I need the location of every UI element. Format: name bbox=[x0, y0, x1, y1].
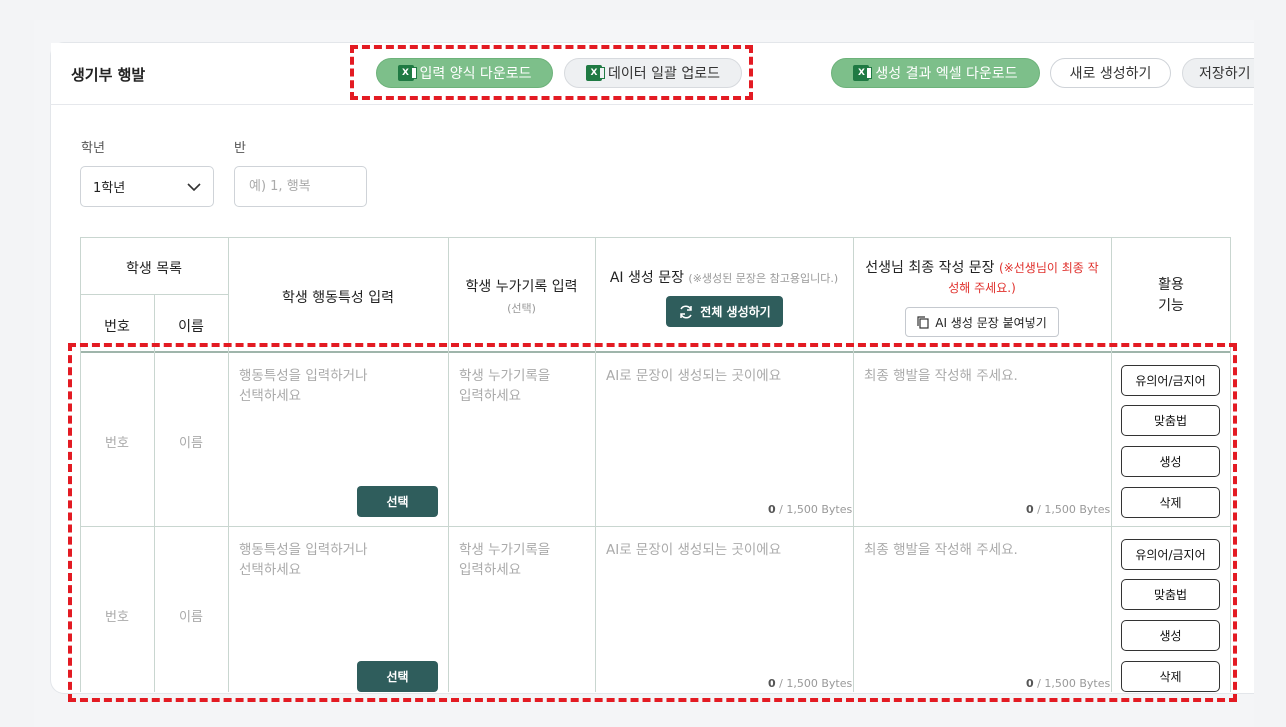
header-functions: 활용 기능 bbox=[1111, 275, 1231, 317]
header-ai-label: AI 생성 문장 bbox=[609, 270, 684, 286]
ai-output-area[interactable]: AI로 문장이 생성되는 곳이에요 bbox=[606, 540, 781, 560]
paste-ai-label: AI 생성 문장 붙여넣기 bbox=[935, 315, 1047, 330]
template-download-label: 입력 양식 다운로드 bbox=[419, 66, 532, 82]
new-generate-label: 새로 생성하기 bbox=[1069, 66, 1152, 82]
teacher-byte-counter: 0 / 1,500 Bytes bbox=[1026, 677, 1110, 690]
row-name: 이름 bbox=[179, 610, 203, 625]
header-functions-line1: 활용 bbox=[1158, 277, 1184, 293]
synonym-forbidden-button[interactable]: 유의어/금지어 bbox=[1121, 539, 1220, 570]
table-top-border bbox=[80, 237, 1231, 238]
behavior-placeholder-cont: 선택하세요 bbox=[239, 388, 302, 404]
teacher-byte-total: / 1,500 Bytes bbox=[1033, 503, 1111, 516]
header-number: 번호 bbox=[104, 319, 130, 335]
page-title: 생기부 행발 bbox=[71, 66, 146, 84]
new-generate-button[interactable]: 새로 생성하기 bbox=[1050, 58, 1171, 88]
excel-download-button[interactable]: X 생성 결과 엑셀 다운로드 bbox=[831, 58, 1040, 88]
header-behavior: 학생 행동특성 입력 bbox=[282, 290, 394, 306]
excel-icon: X bbox=[586, 65, 606, 81]
save-button-clip: 저장하기 bbox=[1182, 58, 1254, 88]
col-line bbox=[154, 294, 155, 692]
behavior-input[interactable]: 행동특성을 입력하거나 선택하세요 bbox=[239, 540, 368, 580]
generate-all-label: 전체 생성하기 bbox=[700, 305, 771, 319]
header-teacher-note-cont: 성해 주세요.) bbox=[948, 281, 1016, 295]
spellcheck-button[interactable]: 맞춤법 bbox=[1121, 579, 1220, 610]
teacher-byte-count: 0 bbox=[1026, 677, 1034, 690]
header-name: 이름 bbox=[178, 319, 204, 335]
select-behavior-button[interactable]: 선택 bbox=[357, 661, 438, 692]
save-button[interactable]: 저장하기 bbox=[1182, 58, 1254, 88]
grade-value: 1학년 bbox=[93, 181, 126, 196]
header-student-list: 학생 목록 bbox=[126, 261, 182, 277]
cumulative-placeholder-cont: 입력하세요 bbox=[459, 562, 522, 578]
generate-button[interactable]: 생성 bbox=[1121, 446, 1220, 477]
row-number: 번호 bbox=[105, 610, 129, 625]
bulk-upload-label: 데이터 일괄 업로드 bbox=[608, 66, 720, 82]
select-label: 선택 bbox=[386, 670, 409, 684]
copy-icon bbox=[917, 315, 929, 329]
teacher-byte-count: 0 bbox=[1026, 503, 1034, 516]
spellcheck-button[interactable]: 맞춤법 bbox=[1121, 405, 1220, 436]
ai-byte-total: / 1,500 Bytes bbox=[775, 503, 853, 516]
ai-byte-count: 0 bbox=[768, 503, 776, 516]
header-cumulative-sub: (선택) bbox=[507, 302, 536, 315]
behavior-placeholder: 행동특성을 입력하거나 bbox=[239, 368, 368, 384]
teacher-final-input[interactable]: 최종 행발을 작성해 주세요. bbox=[864, 540, 1018, 560]
generate-button[interactable]: 생성 bbox=[1121, 620, 1220, 651]
grade-label: 학년 bbox=[81, 141, 105, 156]
col-line bbox=[595, 237, 596, 692]
cumulative-input[interactable]: 학생 누가기록을 입력하세요 bbox=[459, 366, 550, 406]
save-label: 저장하기 bbox=[1199, 66, 1251, 82]
template-download-button[interactable]: X 입력 양식 다운로드 bbox=[376, 58, 553, 88]
excel-download-label: 생성 결과 엑셀 다운로드 bbox=[875, 66, 1018, 82]
ai-byte-total: / 1,500 Bytes bbox=[775, 677, 853, 690]
header-teacher-label: 선생님 최종 작성 문장 bbox=[865, 260, 995, 276]
cumulative-placeholder-cont: 입력하세요 bbox=[459, 388, 522, 404]
col-line bbox=[853, 237, 854, 692]
cumulative-placeholder: 학생 누가기록을 bbox=[459, 368, 551, 384]
teacher-final-input[interactable]: 최종 행발을 작성해 주세요. bbox=[864, 366, 1018, 386]
delete-button[interactable]: 삭제 bbox=[1121, 661, 1220, 692]
ai-byte-counter: 0 / 1,500 Bytes bbox=[768, 503, 852, 516]
chevron-down-icon bbox=[187, 182, 201, 191]
row-divider bbox=[80, 526, 1231, 527]
paste-ai-button[interactable]: AI 생성 문장 붙여넣기 bbox=[905, 307, 1059, 337]
generate-all-button[interactable]: 전체 생성하기 bbox=[666, 296, 783, 327]
synonym-forbidden-button[interactable]: 유의어/금지어 bbox=[1121, 365, 1220, 396]
header-teacher-note: (※선생님이 최종 작 bbox=[999, 261, 1099, 275]
cumulative-input[interactable]: 학생 누가기록을 입력하세요 bbox=[459, 540, 550, 580]
header-cumulative: 학생 누가기록 입력 bbox=[465, 279, 578, 295]
behavior-input[interactable]: 행동특성을 입력하거나 선택하세요 bbox=[239, 366, 368, 406]
cumulative-placeholder: 학생 누가기록을 bbox=[459, 542, 551, 558]
refresh-icon bbox=[680, 304, 693, 319]
row-number: 번호 bbox=[105, 436, 129, 451]
grade-select[interactable]: 1학년 bbox=[80, 166, 214, 207]
teacher-byte-total: / 1,500 Bytes bbox=[1033, 677, 1111, 690]
header-ai: AI 생성 문장 (※생성된 문장은 참고용입니다.) bbox=[595, 267, 853, 287]
ai-output-area[interactable]: AI로 문장이 생성되는 곳이에요 bbox=[606, 366, 781, 386]
ai-byte-counter: 0 / 1,500 Bytes bbox=[768, 677, 852, 690]
ai-byte-count: 0 bbox=[768, 677, 776, 690]
select-label: 선택 bbox=[386, 495, 409, 509]
header-teacher: 선생님 최종 작성 문장 (※선생님이 최종 작 성해 주세요.) bbox=[853, 258, 1111, 298]
behavior-placeholder-cont: 선택하세요 bbox=[239, 562, 302, 578]
excel-icon: X bbox=[397, 65, 417, 81]
header-ai-note: (※생성된 문장은 참고용입니다.) bbox=[688, 272, 839, 285]
bulk-upload-button[interactable]: X 데이터 일괄 업로드 bbox=[564, 58, 742, 88]
select-behavior-button[interactable]: 선택 bbox=[357, 486, 438, 517]
behavior-placeholder: 행동특성을 입력하거나 bbox=[239, 542, 368, 558]
header-bottom-border bbox=[80, 351, 1231, 353]
class-label: 반 bbox=[234, 141, 246, 156]
row-name: 이름 bbox=[179, 436, 203, 451]
delete-button[interactable]: 삭제 bbox=[1121, 487, 1220, 518]
teacher-byte-counter: 0 / 1,500 Bytes bbox=[1026, 503, 1110, 516]
header-functions-line2: 기능 bbox=[1158, 298, 1184, 314]
class-input[interactable] bbox=[234, 166, 367, 207]
header-divider bbox=[50, 104, 1253, 105]
excel-icon: X bbox=[853, 65, 873, 81]
card-header: 생기부 행발 bbox=[51, 43, 351, 103]
